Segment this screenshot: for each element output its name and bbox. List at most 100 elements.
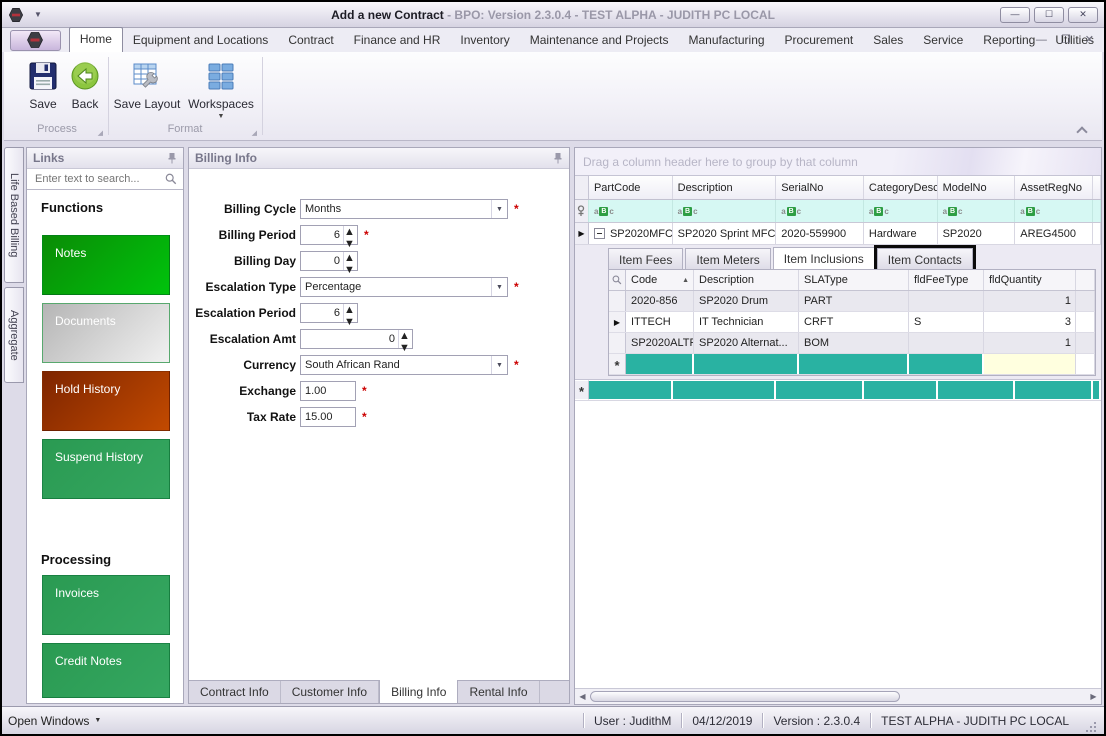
detail-cell[interactable]: S (909, 312, 984, 332)
back-button[interactable]: Back (54, 57, 116, 111)
column-header-categorydesc[interactable]: CategoryDesc (864, 176, 938, 199)
ribbon-tab-sales[interactable]: Sales (863, 29, 913, 52)
column-header-assetregno[interactable]: AssetRegNo (1015, 176, 1093, 199)
detail-cell[interactable]: IT Technician (694, 312, 799, 332)
outer-new-cell[interactable] (1093, 380, 1101, 400)
process-dialog-launcher-icon[interactable]: ◢ (98, 129, 103, 137)
detail-cell[interactable]: 3 (984, 312, 1076, 332)
outer-new-cell[interactable] (938, 380, 1016, 400)
ribbon-tab-procurement[interactable]: Procurement (775, 29, 864, 52)
ribbon-tab-service[interactable]: Service (913, 29, 973, 52)
spin-up-icon[interactable]: ▲ (344, 252, 357, 264)
scroll-left-icon[interactable]: ◀ (575, 692, 590, 701)
minimize-button[interactable]: — (1000, 7, 1030, 23)
detail-cell[interactable]: 1 (984, 291, 1076, 311)
dropdown-arrow-icon[interactable]: ▼ (491, 200, 507, 218)
links-button-notes[interactable]: Notes (42, 235, 170, 295)
mdi-minimize-icon[interactable]: — (1036, 34, 1047, 46)
field-billing-cycle-dropdown[interactable]: Months▼ (300, 199, 508, 219)
detail-column-header-code[interactable]: Code▲ (626, 270, 694, 290)
ribbon-tab-reporting[interactable]: Reporting (973, 29, 1045, 52)
data-cell-partcode[interactable]: SP2020MFC (589, 223, 673, 244)
detail-cell[interactable]: SP2020ALTPL (626, 333, 694, 353)
workspaces-button[interactable]: Workspaces ▼ (184, 57, 258, 120)
outer-new-cell[interactable] (589, 380, 673, 400)
links-button-hold-history[interactable]: Hold History (42, 371, 170, 431)
data-cell-description[interactable]: SP2020 Sprint MFC (673, 223, 777, 244)
field-currency-dropdown[interactable]: South African Rand▼ (300, 355, 508, 375)
grid-data-row[interactable]: ▶SP2020MFCSP2020 Sprint MFC2020-559900Ha… (575, 223, 1101, 245)
ribbon-tab-contract[interactable]: Contract (278, 29, 343, 52)
spin-up-icon[interactable]: ▲ (344, 226, 357, 238)
detail-cell[interactable]: 2020-856 (626, 291, 694, 311)
detail-new-cell[interactable] (799, 354, 909, 374)
bottom-tab-contract-info[interactable]: Contract Info (189, 681, 281, 703)
spin-down-icon[interactable]: ▼ (344, 264, 357, 276)
ribbon-tab-maintenance-and-projects[interactable]: Maintenance and Projects (520, 29, 679, 52)
detail-new-cell[interactable] (694, 354, 799, 374)
detail-cell[interactable]: CRFT (799, 312, 909, 332)
filter-cell-serialno[interactable]: aBc (776, 200, 864, 222)
ribbon-tab-equipment-and-locations[interactable]: Equipment and Locations (123, 29, 278, 52)
detail-cell[interactable] (909, 291, 984, 311)
field-exchange-input[interactable]: 1.00 (300, 381, 356, 401)
side-tab-life-based-billing[interactable]: Life Based Billing (4, 147, 24, 283)
detail-new-cell[interactable] (984, 354, 1076, 374)
side-tab-aggregate[interactable]: Aggregate (4, 287, 24, 383)
dropdown-arrow-icon[interactable]: ▼ (491, 356, 507, 374)
detail-cell[interactable]: ITTECH (626, 312, 694, 332)
bottom-tab-billing-info[interactable]: Billing Info (379, 680, 458, 703)
field-escalation-type-dropdown[interactable]: Percentage▼ (300, 277, 508, 297)
quick-access-caret-icon[interactable]: ▼ (34, 10, 42, 19)
detail-column-header-description[interactable]: Description (694, 270, 799, 290)
data-cell-serialno[interactable]: 2020-559900 (776, 223, 864, 244)
ribbon-tab-finance-and-hr[interactable]: Finance and HR (344, 29, 451, 52)
grid-new-item-row[interactable]: * (575, 380, 1101, 401)
detail-cell[interactable] (909, 333, 984, 353)
spinner-buttons[interactable]: ▲▼ (343, 304, 357, 322)
ribbon-collapse-chevron-icon[interactable] (1077, 125, 1086, 134)
filter-cell-modelno[interactable]: aBc (938, 200, 1016, 222)
scrollbar-thumb[interactable] (590, 691, 900, 702)
links-search-input[interactable] (33, 172, 165, 186)
detail-new-cell[interactable] (626, 354, 694, 374)
scroll-right-icon[interactable]: ▶ (1086, 692, 1101, 701)
outer-new-cell[interactable] (776, 380, 864, 400)
filter-cell-description[interactable]: aBc (673, 200, 777, 222)
bottom-tab-rental-info[interactable]: Rental Info (458, 681, 539, 703)
group-by-hint[interactable]: Drag a column header here to group by th… (575, 148, 1101, 176)
detail-cell[interactable]: PART (799, 291, 909, 311)
detail-new-cell[interactable] (909, 354, 984, 374)
ribbon-tab-manufacturing[interactable]: Manufacturing (679, 29, 775, 52)
outer-new-cell[interactable] (1015, 380, 1093, 400)
open-windows-button[interactable]: Open Windows▼ (8, 714, 101, 728)
field-escalation-amt-spinner[interactable]: 0▲▼ (300, 329, 413, 349)
links-button-suspend-history[interactable]: Suspend History (42, 439, 170, 499)
field-escalation-period-spinner[interactable]: 6▲▼ (300, 303, 358, 323)
detail-column-header-slatype[interactable]: SLAType (799, 270, 909, 290)
dropdown-arrow-icon[interactable]: ▼ (491, 278, 507, 296)
detail-column-header-fldfeetype[interactable]: fldFeeType (909, 270, 984, 290)
search-icon[interactable] (165, 173, 177, 185)
mdi-close-icon[interactable]: ✕ (1085, 33, 1094, 46)
detail-cell[interactable]: SP2020 Drum (694, 291, 799, 311)
filter-cell-assetregno[interactable]: aBc (1015, 200, 1093, 222)
spin-down-icon[interactable]: ▼ (344, 316, 357, 328)
collapse-detail-icon[interactable] (594, 228, 605, 239)
spin-down-icon[interactable]: ▼ (344, 238, 357, 250)
detail-new-item-row[interactable]: * (609, 354, 1095, 375)
save-layout-button[interactable]: Save Layout (112, 57, 182, 111)
filter-cell-partcode[interactable]: aBc (589, 200, 673, 222)
spinner-buttons[interactable]: ▲▼ (398, 330, 412, 348)
detail-row[interactable]: SP2020ALTPLSP2020 Alternat...BOM1 (609, 333, 1095, 354)
spinner-buttons[interactable]: ▲▼ (343, 226, 357, 244)
column-header-serialno[interactable]: SerialNo (776, 176, 864, 199)
detail-cell[interactable]: 1 (984, 333, 1076, 353)
spinner-buttons[interactable]: ▲▼ (343, 252, 357, 270)
detail-row[interactable]: ▶ITTECHIT TechnicianCRFTS3 (609, 312, 1095, 333)
links-button-invoices[interactable]: Invoices (42, 575, 170, 635)
maximize-button[interactable]: ☐ (1034, 7, 1064, 23)
resize-grip-icon[interactable] (1085, 721, 1098, 734)
grid-search-icon[interactable] (609, 270, 626, 290)
links-button-documents[interactable]: Documents (42, 303, 170, 363)
